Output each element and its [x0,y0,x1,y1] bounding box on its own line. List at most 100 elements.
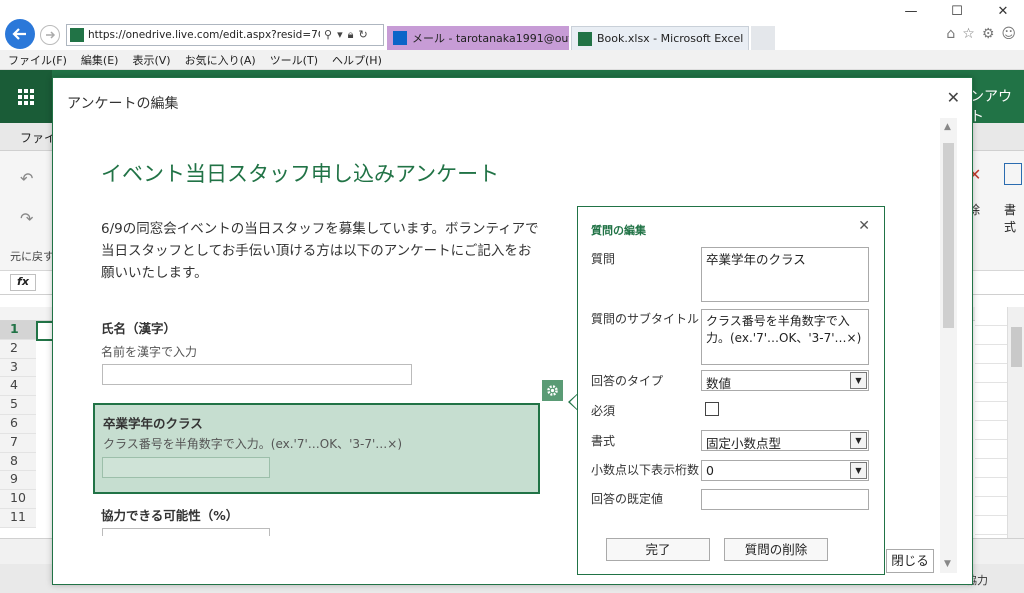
app-launcher-button[interactable] [0,70,52,123]
browser-titlebar: https://onedrive.live.com/edit.aspx?resi… [0,0,1024,50]
dialog-close-button[interactable]: 閉じる [886,549,934,573]
question-settings-button[interactable] [542,380,563,401]
class-input[interactable] [102,457,270,478]
format-value: 固定小数点型 [706,436,782,451]
smiley-feedback-icon[interactable]: ☺ [1001,26,1016,42]
signout-link[interactable]: ンアウト [970,86,1024,126]
waffle-icon [18,88,34,105]
required-label: 必須 [591,404,616,418]
format-label: 書式 [1004,203,1017,234]
default-value-input[interactable] [701,489,869,510]
name-input[interactable] [102,364,412,385]
default-value-label: 回答の既定値 [591,492,664,506]
answer-type-label: 回答のタイプ [591,374,664,388]
row-header[interactable]: 4 [0,377,36,397]
gear-icon [547,385,558,396]
undo-icon[interactable]: ↶ [20,169,33,188]
dialog-scrollbar[interactable]: ▲ ▼ [940,118,957,573]
format-label: 書式 [591,434,616,448]
chevron-down-icon[interactable]: ▼ [850,432,867,449]
browser-menubar: ファイル(F) 編集(E) 表示(V) お気に入り(A) ツール(T) ヘルプ(… [0,50,1024,70]
undo-group-label: 元に戻す [10,250,54,263]
row-header[interactable]: 7 [0,433,36,453]
answer-type-select[interactable]: 数値 ▼ [701,370,869,391]
decimals-value: 0 [706,463,714,478]
subtitle-field[interactable]: クラス番号を半角数字で入力。(ex.'7'…OK、'3-7'…×) [701,309,869,365]
menu-help[interactable]: ヘルプ(H) [332,52,382,68]
excel-icon [578,31,592,46]
dialog-title: アンケートの編集 [67,96,179,112]
required-checkbox[interactable] [705,402,719,416]
menu-edit[interactable]: 編集(E) [81,52,119,68]
search-icon[interactable]: ⚲ [324,28,332,42]
menu-view[interactable]: 表示(V) [132,52,170,68]
delete-question-button[interactable]: 質問の削除 [724,538,828,561]
row-header[interactable]: 8 [0,452,36,472]
row-header[interactable]: 2 [0,339,36,359]
tab-label: Book.xlsx - Microsoft Excel ... [597,32,749,45]
chevron-down-icon[interactable]: ▼ [850,462,867,479]
decimals-select[interactable]: 0 ▼ [701,460,869,481]
question-label-possibility[interactable]: 協力できる可能性（%） [101,505,238,524]
row-headers: 1 2 3 4 5 6 7 8 9 10 11 [0,321,36,528]
settings-gear-icon[interactable]: ⚙ [982,26,995,42]
survey-description[interactable]: 6/9の同窓会イベントの当日スタッフを募集しています。ボランティアで当日スタッフ… [101,218,541,284]
menu-tools[interactable]: ツール(T) [270,52,318,68]
row-header[interactable]: 5 [0,396,36,415]
row-header[interactable]: 3 [0,358,36,378]
tab-excel-book[interactable]: Book.xlsx - Microsoft Excel ... ✕ [571,26,749,50]
question-subtitle-class: クラス番号を半角数字で入力。(ex.'7'…OK、'3-7'…×) [103,437,403,451]
row-header[interactable]: 1 [0,321,36,340]
worksheet-vertical-scrollbar[interactable] [1007,307,1024,538]
maximize-icon[interactable]: ☐ [934,4,980,19]
home-icon[interactable]: ⌂ [946,26,955,42]
row-header[interactable]: 9 [0,471,36,491]
redo-icon[interactable]: ↷ [20,209,33,228]
fx-icon[interactable]: fx [10,274,36,291]
back-button[interactable] [5,19,35,49]
format-icon[interactable] [1004,163,1022,185]
row-header[interactable]: 6 [0,414,36,434]
forward-button[interactable] [40,25,60,45]
dropdown-icon[interactable]: ▾ [337,28,343,42]
menu-file[interactable]: ファイル(F) [8,52,67,68]
menu-favorites[interactable]: お気に入り(A) [185,52,256,68]
possibility-input[interactable] [102,528,270,536]
question-field[interactable]: 卒業学年のクラス [701,247,869,302]
chevron-down-icon[interactable]: ▼ [850,372,867,389]
lock-icon: 🔒︎ [347,28,354,41]
answer-type-value: 数値 [706,376,732,391]
question-label-name[interactable]: 氏名（漢字） [101,318,176,337]
done-button[interactable]: 完了 [606,538,710,561]
survey-title[interactable]: イベント当日スタッフ申し込みアンケート [101,158,499,188]
ribbon-tab-file[interactable]: ファイ [20,129,56,146]
panel-title: 質問の編集 [591,224,646,237]
back-arrow-icon [12,28,26,40]
address-bar[interactable]: https://onedrive.live.com/edit.aspx?resi… [66,24,384,46]
question-subtitle-name: 名前を漢字で入力 [101,345,198,359]
address-url[interactable]: https://onedrive.live.com/edit.aspx?resi… [88,29,320,41]
decimals-label: 小数点以下表示桁数 [591,463,700,477]
dialog-scroll-thumb[interactable] [943,143,954,328]
scroll-down-icon[interactable]: ▼ [944,559,951,569]
row-header[interactable]: 11 [0,508,36,528]
scroll-up-icon[interactable]: ▲ [944,122,951,132]
scroll-thumb[interactable] [1011,327,1022,367]
new-tab-button[interactable] [751,26,775,50]
outlook-icon [393,31,407,45]
row-header[interactable]: 10 [0,490,36,509]
question-field-label: 質問 [591,252,616,266]
tab-label: メール - tarotanaka1991@outloo... [412,32,569,45]
close-window-icon[interactable]: ✕ [980,4,1024,19]
favorites-star-icon[interactable]: ☆ [962,26,975,42]
forward-arrow-icon [46,31,56,39]
format-select[interactable]: 固定小数点型 ▼ [701,430,869,451]
subtitle-field-label: 質問のサブタイトル [591,312,700,326]
close-icon[interactable]: ✕ [858,218,870,234]
refresh-icon[interactable]: ↻ [358,28,367,42]
minimize-icon[interactable]: — [888,4,934,19]
tab-outlook-mail[interactable]: メール - tarotanaka1991@outloo... [387,26,569,50]
question-label-class: 卒業学年のクラス [103,416,203,431]
question-edit-panel: 質問の編集 ✕ 質問 卒業学年のクラス 質問のサブタイトル クラス番号を半角数字… [577,206,885,575]
close-icon[interactable]: ✕ [947,88,960,107]
